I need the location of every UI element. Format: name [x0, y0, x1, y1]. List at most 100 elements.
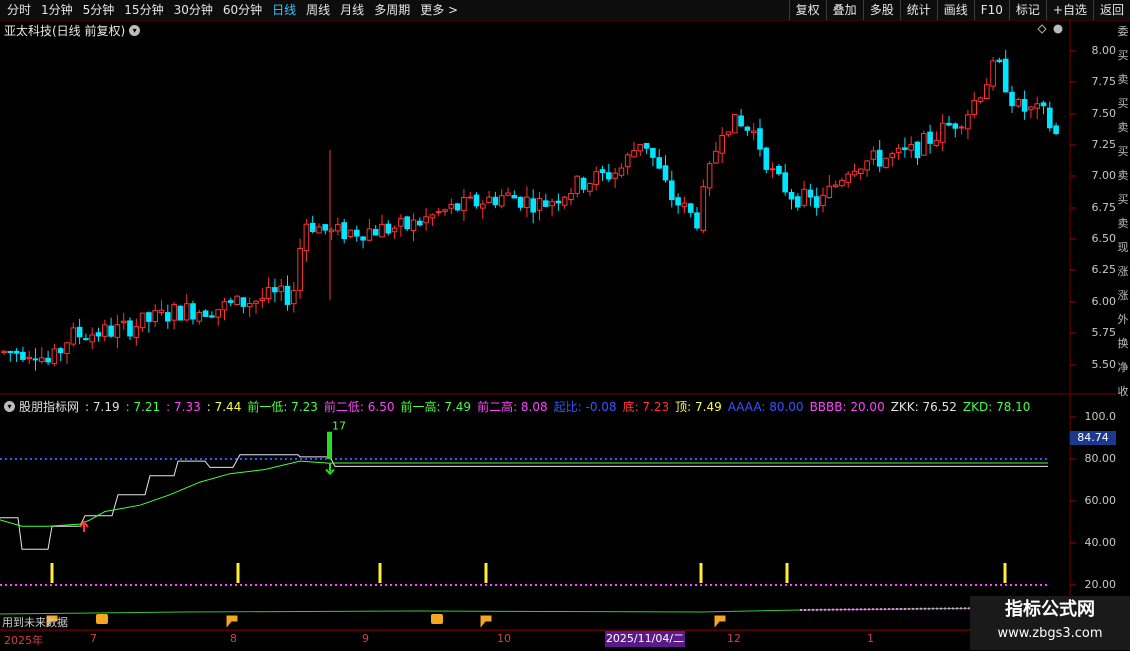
- candle-body: [933, 139, 940, 146]
- candle-body: [536, 197, 543, 211]
- candle-body: [215, 309, 221, 318]
- candle-body: [958, 126, 965, 129]
- candle-body: [114, 324, 121, 338]
- date-label: 8: [230, 632, 237, 645]
- candle-body: [146, 312, 152, 322]
- yellow-marker: [378, 563, 382, 583]
- date-label: 12: [727, 632, 741, 645]
- indicator-value: AAAA: 80.00: [727, 399, 804, 414]
- yellow-marker: [785, 563, 789, 583]
- candle-body: [190, 303, 196, 320]
- candle-body: [574, 175, 581, 194]
- candle-body: [517, 196, 524, 208]
- pennant-icon: [714, 615, 726, 627]
- candle-body: [990, 60, 996, 87]
- candle-body: [1015, 99, 1022, 107]
- candle-body: [404, 216, 410, 230]
- candle-body: [335, 223, 341, 232]
- yellow-marker: [1003, 563, 1007, 583]
- side-strip-label: 买: [1117, 193, 1129, 206]
- side-strip-label: 收: [1117, 385, 1129, 398]
- bottom-line: [0, 607, 1001, 615]
- indicator-header: ▾ 股朋指标网 : 7.19: 7.21: 7.33: 7.44 前一低: 7.2…: [4, 398, 1036, 415]
- candle-body: [7, 351, 14, 354]
- candle-body: [845, 173, 852, 183]
- price-tick: 5.75: [1091, 326, 1117, 339]
- price-tick: 6.25: [1091, 263, 1117, 276]
- candle-body: [1, 350, 7, 353]
- candle-body: [618, 167, 625, 176]
- watermark-title: 指标公式网: [1005, 599, 1095, 620]
- candle-body: [442, 209, 448, 212]
- candle-body: [864, 160, 870, 171]
- indicator-value: : 7.19: [85, 399, 120, 414]
- indicator-value: : 7.21: [125, 399, 161, 414]
- side-strip-label: 委: [1117, 25, 1129, 38]
- candle-body: [366, 228, 373, 241]
- side-strip-label: 买: [1117, 49, 1129, 62]
- yellow-marker: [50, 563, 54, 583]
- candle-body: [681, 202, 688, 208]
- candle-body: [908, 144, 915, 151]
- candle-body: [291, 290, 297, 305]
- candle-body: [108, 325, 114, 337]
- signal-flag-icon: [96, 614, 108, 624]
- indicator-value: ZKK: 76.52: [890, 399, 957, 414]
- candle-body: [851, 170, 858, 176]
- candle-body: [127, 320, 133, 337]
- candle-body: [120, 320, 127, 324]
- candle-body: [946, 122, 952, 126]
- candle-body: [927, 131, 933, 144]
- candle-body: [265, 287, 272, 300]
- candle-body: [612, 172, 618, 179]
- candle-body: [429, 214, 436, 219]
- date-axis: 2025年 7 8 9 10 12 1: [0, 630, 1070, 651]
- side-strip-label: 卖: [1117, 217, 1129, 230]
- indicator-name[interactable]: 股朋指标网: [19, 398, 79, 415]
- price-tick: 6.50: [1091, 232, 1117, 245]
- candle-body: [984, 84, 990, 100]
- candle-body: [102, 324, 108, 337]
- candle-body: [587, 183, 593, 192]
- price-tick: 7.00: [1091, 169, 1117, 182]
- candle-body: [763, 147, 770, 170]
- candle-body: [883, 157, 889, 168]
- indicator-value: 前二低: 6.50: [323, 400, 395, 414]
- candle-body: [322, 224, 329, 231]
- candle-body: [662, 165, 669, 181]
- candle-body: [39, 357, 45, 363]
- candle-body: [776, 165, 782, 175]
- candle-body: [795, 196, 801, 208]
- candle-body: [70, 327, 77, 345]
- candle-body: [284, 285, 291, 305]
- candle-body: [1047, 107, 1053, 129]
- candle-body: [826, 185, 833, 199]
- candle-body: [341, 222, 347, 240]
- cursor-date-badge: 2025/11/04/二: [605, 631, 685, 647]
- candle-body: [379, 223, 385, 238]
- candle-body: [725, 131, 732, 136]
- indicator-value: 前一低: 7.23: [247, 400, 318, 414]
- candle-body: [20, 351, 26, 360]
- watermark-url: www.zbgs3.com: [997, 626, 1103, 641]
- candle-body: [177, 305, 184, 321]
- candle-body: [347, 229, 354, 238]
- signal-bar: [327, 431, 332, 459]
- candle-body: [1053, 125, 1059, 135]
- side-strip-label: 涨: [1117, 289, 1129, 302]
- candle-body: [637, 144, 644, 152]
- candle-body: [209, 315, 215, 318]
- kline-chart[interactable]: 17: [0, 0, 1130, 650]
- candle-body: [870, 150, 877, 160]
- candle-body: [631, 149, 637, 158]
- indicator-value: ZKD: 78.10: [962, 399, 1031, 414]
- watermark: 指标公式网 www.zbgs3.com: [970, 596, 1130, 650]
- chevron-down-icon[interactable]: ▾: [4, 401, 15, 412]
- date-label: 1: [867, 632, 874, 645]
- candle-body: [713, 150, 719, 164]
- candle-body: [549, 201, 555, 207]
- indicator-value: 前二高: 8.08: [477, 400, 548, 414]
- candle-body: [448, 203, 455, 209]
- candle-body: [543, 200, 549, 207]
- candle-body: [435, 211, 442, 214]
